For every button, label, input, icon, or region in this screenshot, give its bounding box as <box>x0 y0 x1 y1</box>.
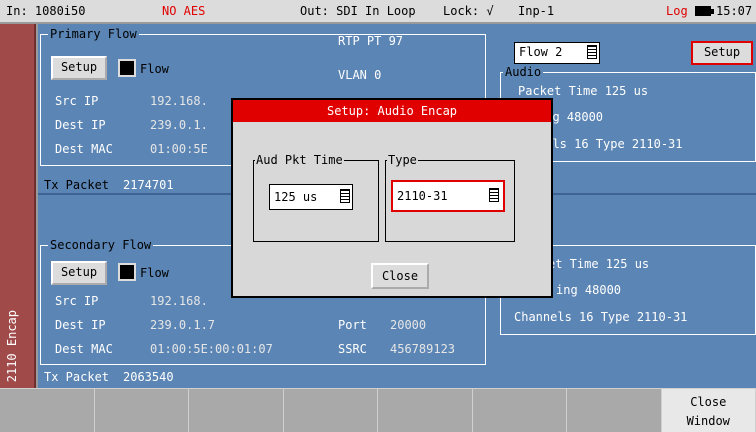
battery-icon <box>695 6 714 16</box>
dropdown-grip-icon <box>489 188 499 202</box>
secondary-dest-mac: 01:00:5E:00:01:07 <box>150 342 273 356</box>
softkey-7[interactable] <box>567 388 662 432</box>
audio-legend: Audio <box>503 65 544 79</box>
secondary-ssrc: 456789123 <box>390 342 456 356</box>
type-value: 2110-31 <box>397 189 448 203</box>
type-legend: Type <box>387 153 418 167</box>
secondary-src-ip-label: Src IP <box>55 294 99 308</box>
clock: 15:07 <box>716 4 753 18</box>
pkt-time-value: 125 us <box>274 190 318 204</box>
primary-src-ip: 192.168. <box>150 94 208 108</box>
softkey-3[interactable] <box>189 388 284 432</box>
pkt-time-dropdown[interactable]: 125 us <box>269 184 353 210</box>
secondary-flow-legend: Secondary Flow <box>48 238 154 252</box>
secondary-port-label: Port <box>338 318 367 332</box>
primary-src-ip-label: Src IP <box>55 94 99 108</box>
input-select: Inp-1 <box>518 4 555 18</box>
secondary-flow-checkbox[interactable] <box>118 263 136 281</box>
secondary-tx-packet-label: Tx Packet <box>44 370 110 384</box>
flow-select-value: Flow 2 <box>519 45 563 59</box>
primary-tx-packet-label: Tx Packet <box>44 178 110 192</box>
rtp-pt: RTP PT 97 <box>338 34 404 48</box>
close-window-softkey[interactable]: Close Window <box>661 388 756 432</box>
side-tab-label: 2110 Encap <box>5 309 19 382</box>
flow-select-dropdown[interactable]: Flow 2 <box>514 42 600 64</box>
primary-dest-mac-label: Dest MAC <box>55 142 113 156</box>
secondary-dest-mac-label: Dest MAC <box>55 342 113 356</box>
softkey-5[interactable] <box>378 388 473 432</box>
primary-dest-ip-label: Dest IP <box>55 118 106 132</box>
secondary-setup-button[interactable]: Setup <box>51 261 107 285</box>
audio2-sampling: ing 48000 <box>556 283 622 297</box>
audio-packet-time: Packet Time 125 us <box>518 84 649 98</box>
softkey-2[interactable] <box>94 388 189 432</box>
input-format: In: 1080i50 <box>6 4 86 18</box>
aes-status: NO AES <box>162 4 206 18</box>
vlan: VLAN 0 <box>338 68 382 82</box>
audio-channels-type: nels 16 Type 2110-31 <box>538 137 683 151</box>
dropdown-grip-icon <box>587 45 597 59</box>
pkt-time-legend: Aud Pkt Time <box>255 153 344 167</box>
output-status: Out: SDI In Loop <box>300 4 416 18</box>
secondary-ssrc-label: SSRC <box>338 342 367 356</box>
softkey-6[interactable] <box>472 388 567 432</box>
secondary-dest-ip-label: Dest IP <box>55 318 106 332</box>
secondary-flow-label: Flow <box>140 266 169 280</box>
secondary-tx-packet: 2063540 <box>123 370 174 384</box>
status-bar: In: 1080i50 NO AES Out: SDI In Loop Lock… <box>0 0 756 24</box>
secondary-src-ip: 192.168. <box>150 294 208 308</box>
softkey-1[interactable] <box>0 388 95 432</box>
softkey-4[interactable] <box>283 388 378 432</box>
primary-flow-checkbox[interactable] <box>118 59 136 77</box>
dropdown-grip-icon <box>340 189 350 203</box>
audio2-channels-type: Channels 16 Type 2110-31 <box>514 310 688 324</box>
log-indicator: Log <box>666 4 688 18</box>
audio-setup-button[interactable]: Setup <box>691 41 753 65</box>
dialog-title: Setup: Audio Encap <box>233 100 551 122</box>
type-dropdown[interactable]: 2110-31 <box>391 180 505 212</box>
primary-dest-mac: 01:00:5E <box>150 142 208 156</box>
audio2-packet-time: et Time 125 us <box>548 257 650 271</box>
dialog-close-button[interactable]: Close <box>371 263 429 289</box>
secondary-port: 20000 <box>390 318 427 332</box>
primary-flow-label: Flow <box>140 62 169 76</box>
audio-encap-dialog: Setup: Audio Encap Aud Pkt Time 125 us T… <box>231 98 553 298</box>
softkey-bar: Close Window <box>0 388 756 432</box>
side-tab[interactable]: 2110 Encap <box>0 24 36 388</box>
secondary-dest-ip: 239.0.1.7 <box>150 318 216 332</box>
primary-flow-legend: Primary Flow <box>48 27 139 41</box>
primary-setup-button[interactable]: Setup <box>51 56 107 80</box>
lock-status: Lock: √ <box>443 4 494 18</box>
primary-dest-ip: 239.0.1. <box>150 118 208 132</box>
primary-tx-packet: 2174701 <box>123 178 174 192</box>
